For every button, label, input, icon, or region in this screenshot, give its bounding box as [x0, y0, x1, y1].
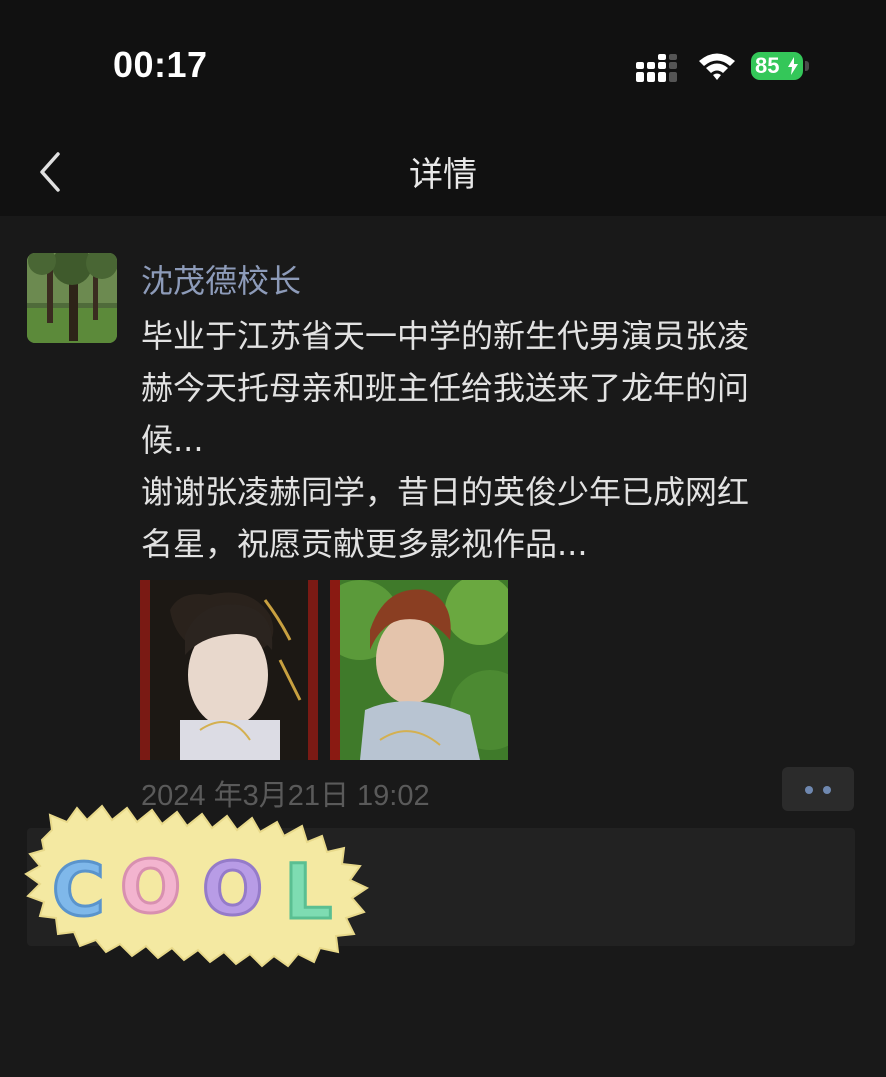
status-time: 00:17 [113, 44, 208, 85]
charging-bolt-icon [788, 57, 798, 75]
post-line: 毕业于江苏省天一中学的新生代男演员张凌 [141, 317, 750, 355]
more-dots-icon [823, 786, 831, 794]
more-dots-icon [805, 786, 813, 794]
post-line: 谢谢张凌赫同学，昔日的英俊少年已成网红 [141, 473, 750, 511]
post-line: 赫今天托母亲和班主任给我送来了龙年的问 [141, 369, 750, 407]
cellular-signal-icon [636, 54, 677, 82]
battery-indicator: 85 [751, 52, 803, 80]
page-title: 详情 [409, 155, 477, 195]
author-name[interactable]: 沈茂德校长 [141, 256, 301, 302]
wifi-icon [699, 53, 735, 80]
svg-text:L: L [284, 847, 332, 936]
svg-text:O: O [202, 847, 263, 931]
cool-sticker: C O O L [24, 804, 370, 968]
svg-text:C: C [52, 848, 105, 932]
battery-level: 85 [755, 53, 780, 78]
svg-text:O: O [120, 845, 181, 929]
battery-cap [805, 61, 809, 71]
post-photo[interactable] [140, 580, 318, 760]
avatar[interactable] [27, 253, 117, 343]
more-button[interactable] [782, 767, 854, 811]
post-text: 毕业于江苏省天一中学的新生代男演员张凌 赫今天托母亲和班主任给我送来了龙年的问 … [141, 310, 876, 570]
post-line: 候... [141, 421, 204, 459]
post-photo[interactable] [330, 580, 508, 760]
post-line: 名星，祝愿贡献更多影视作品... [141, 525, 588, 563]
status-bar: 00:17 85 [0, 0, 886, 130]
